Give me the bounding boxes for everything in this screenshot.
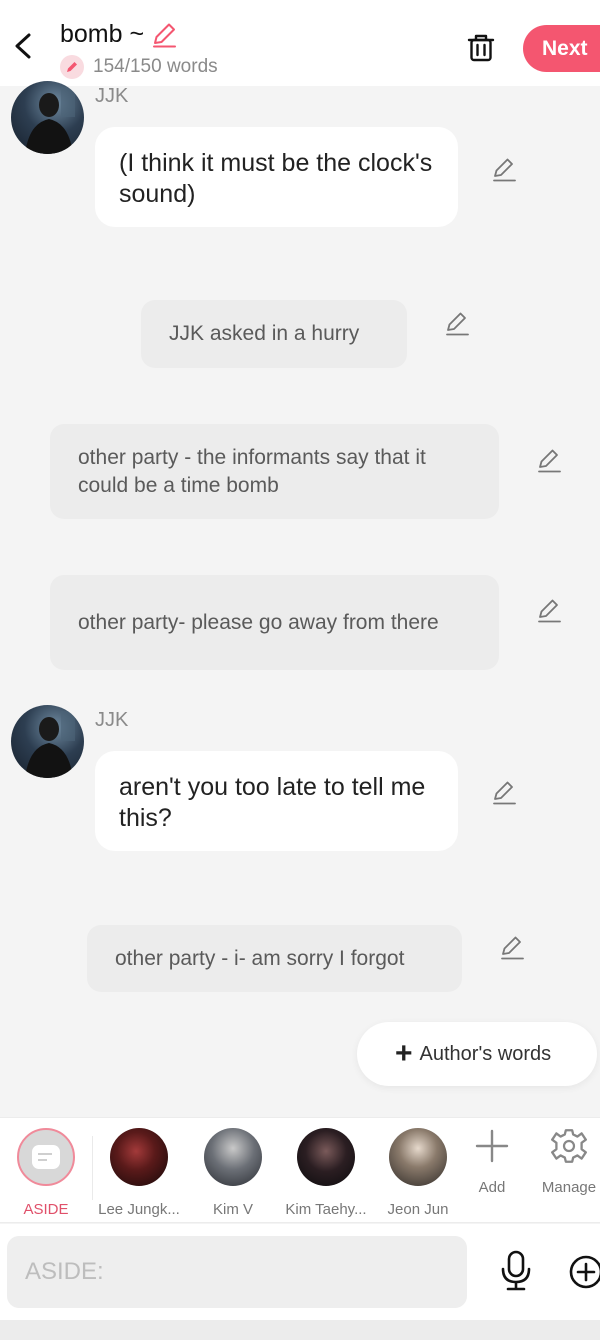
character-name: Kim V: [212, 1201, 253, 1218]
aside-icon: [17, 1128, 75, 1186]
next-button[interactable]: Next: [523, 25, 600, 72]
avatar[interactable]: [11, 705, 84, 778]
manage-characters-button[interactable]: Manage: [533, 1128, 600, 1196]
narration-bubble[interactable]: other party - i- am sorry I forgot: [87, 925, 462, 992]
microphone-icon[interactable]: [499, 1250, 533, 1292]
plus-icon: [475, 1129, 509, 1163]
avatar: [110, 1128, 168, 1186]
add-circle-icon[interactable]: [568, 1254, 600, 1290]
avatar[interactable]: [11, 81, 84, 154]
edit-message-icon[interactable]: [536, 448, 562, 474]
word-count: 154/150 words: [93, 56, 218, 77]
edit-message-icon[interactable]: [444, 311, 470, 337]
pencil-badge-icon: [60, 55, 84, 79]
edit-message-icon[interactable]: [536, 598, 562, 624]
word-count-row: 154/150 words: [60, 55, 218, 79]
edit-message-icon[interactable]: [499, 935, 525, 961]
authors-words-button[interactable]: + Author's words: [357, 1022, 597, 1086]
edit-message-icon[interactable]: [491, 157, 517, 183]
manage-label: Manage: [541, 1179, 597, 1196]
bottom-strip: [0, 1320, 600, 1340]
avatar: [204, 1128, 262, 1186]
add-character-button[interactable]: Add: [456, 1128, 528, 1196]
message-bubble[interactable]: (I think it must be the clock's sound): [95, 127, 458, 227]
character-jeon-jungkook[interactable]: Jeon Jun: [372, 1128, 464, 1218]
character-name: ASIDE: [23, 1201, 69, 1218]
character-aside[interactable]: ASIDE: [0, 1128, 92, 1218]
speaker-name: JJK: [95, 709, 129, 731]
narration-bubble[interactable]: other party- please go away from there: [50, 575, 499, 670]
header-bar: bomb ~ 154/150 words Next: [0, 0, 600, 86]
narration-bubble[interactable]: other party - the informants say that it…: [50, 424, 499, 519]
aside-input[interactable]: ASIDE:: [7, 1236, 467, 1308]
speaker-name: JJK: [95, 85, 129, 107]
character-name: Kim Taehy...: [285, 1201, 367, 1218]
character-kim-taehyung[interactable]: Kim Taehy...: [280, 1128, 372, 1218]
character-kim-v[interactable]: Kim V: [187, 1128, 279, 1218]
plus-icon: +: [395, 1037, 413, 1070]
character-lee-jungkook[interactable]: Lee Jungk...: [93, 1128, 185, 1218]
message-bubble[interactable]: aren't you too late to tell me this?: [95, 751, 458, 851]
edit-title-pencil-icon[interactable]: [150, 21, 178, 49]
edit-message-icon[interactable]: [491, 780, 517, 806]
character-name: Lee Jungk...: [98, 1201, 180, 1218]
avatar: [389, 1128, 447, 1186]
back-arrow-icon[interactable]: [10, 30, 36, 62]
story-title[interactable]: bomb ~: [60, 20, 144, 49]
character-selector-bar: ASIDE Lee Jungk... Kim V Kim Taehy... Je…: [0, 1117, 600, 1223]
character-name: Jeon Jun: [387, 1201, 449, 1218]
title-row: bomb ~: [60, 20, 178, 49]
authors-words-label: Author's words: [419, 1042, 552, 1065]
avatar: [297, 1128, 355, 1186]
narration-bubble[interactable]: JJK asked in a hurry: [141, 300, 407, 368]
trash-icon[interactable]: [465, 32, 497, 64]
input-bar: ASIDE:: [0, 1224, 600, 1320]
add-label: Add: [478, 1179, 506, 1196]
gear-icon: [551, 1129, 587, 1163]
